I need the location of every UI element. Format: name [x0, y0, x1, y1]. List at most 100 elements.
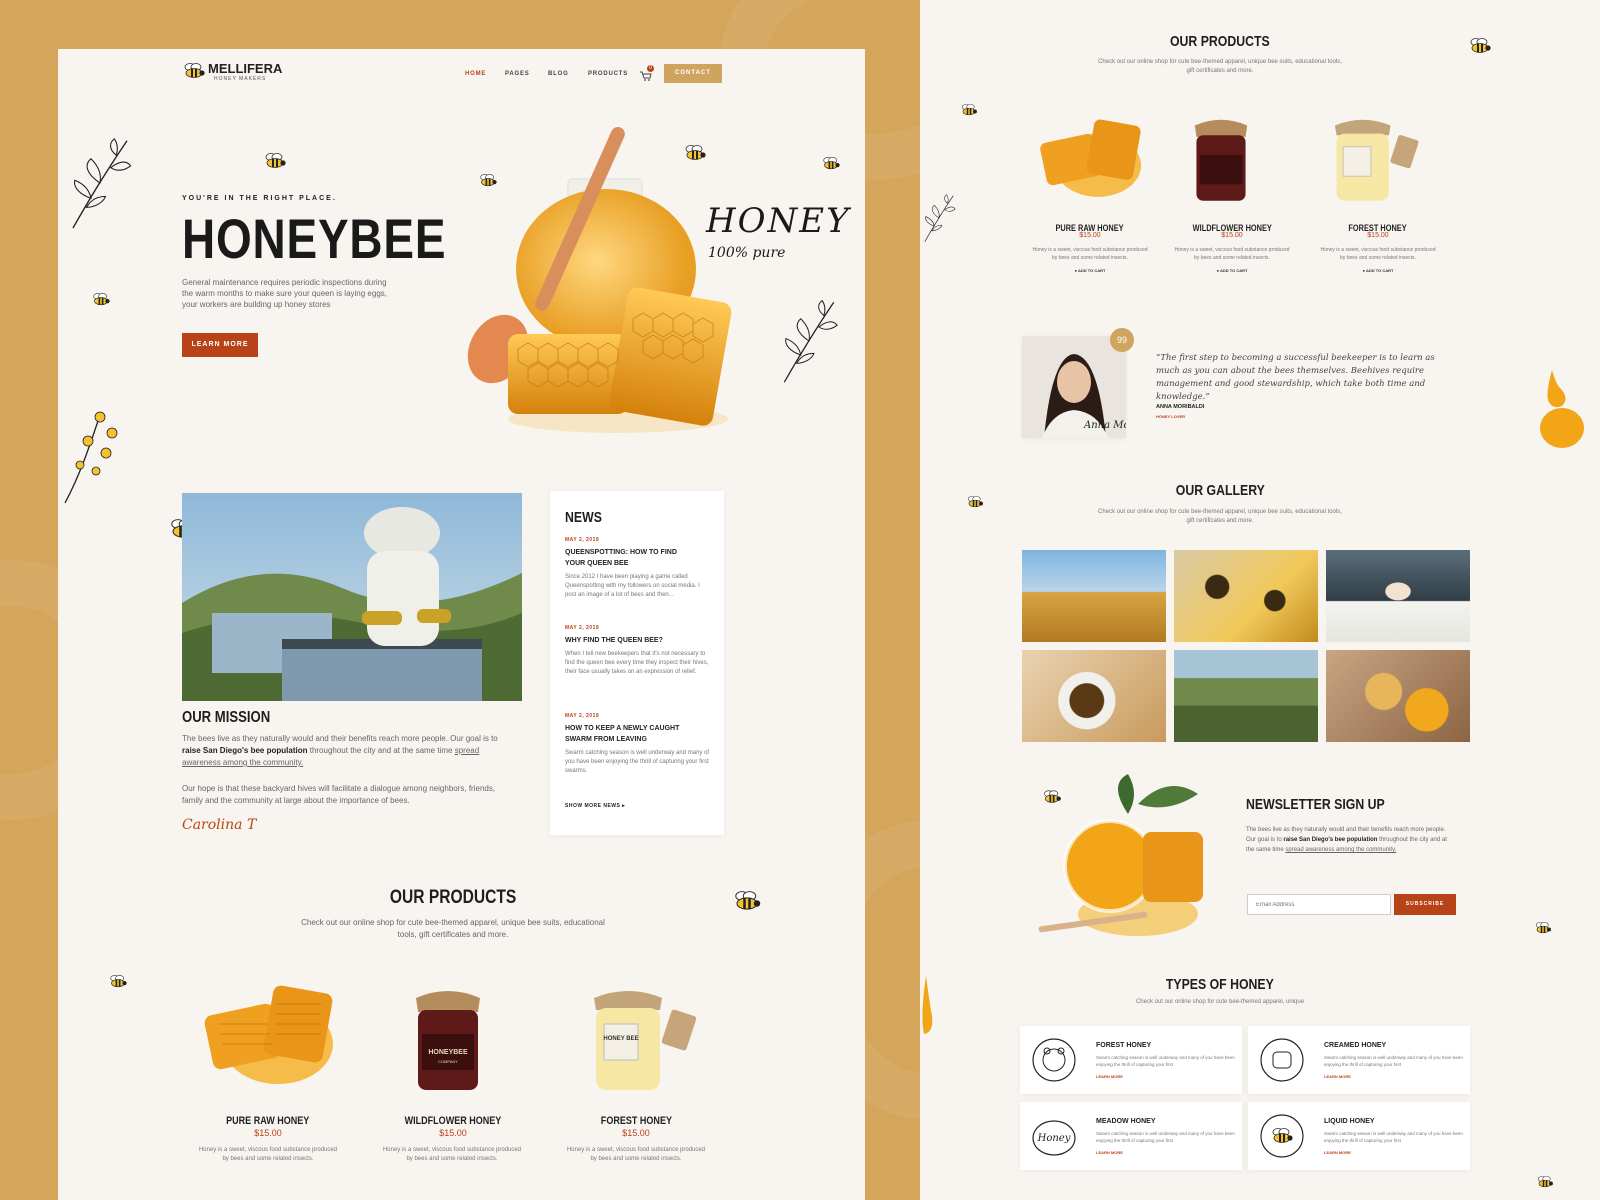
bee-icon: [821, 157, 841, 170]
product-name[interactable]: FOREST HONEY: [576, 1111, 696, 1129]
bee-icon: [1468, 38, 1492, 54]
right-page-preview: OUR PRODUCTS Check out our online shop f…: [920, 0, 1600, 1200]
honey-type-card[interactable]: CREAMED HONEY Swarm catching season is w…: [1248, 1026, 1470, 1094]
nav-products[interactable]: PRODUCTS: [588, 71, 628, 77]
email-field[interactable]: [1247, 894, 1391, 915]
product-image-comb: [1035, 112, 1145, 207]
cart-icon[interactable]: 0: [640, 65, 654, 81]
gallery-photo[interactable]: [1174, 550, 1318, 642]
gallery-photo[interactable]: [1326, 650, 1470, 742]
products-subtitle-2: Check out our online shop for cute bee-t…: [1098, 59, 1342, 74]
brand-logo[interactable]: MELLIFERA HONEY MAKERS: [182, 61, 292, 83]
product-name[interactable]: PURE RAW HONEY: [208, 1111, 328, 1129]
mission-text: The bees live as they naturally would an…: [182, 734, 498, 767]
testimonial-name: ANNA MORIBALDI: [1156, 404, 1205, 410]
product-image-comb: [198, 979, 338, 1094]
honey-type-card[interactable]: LIQUID HONEY Swarm catching season is we…: [1248, 1102, 1470, 1170]
honey-drop-icon: [1540, 370, 1584, 448]
learn-more-link[interactable]: LEARN MORE: [1096, 1074, 1123, 1079]
product-name[interactable]: WILDFLOWER HONEY: [393, 1111, 513, 1129]
product-price: $15.00: [1079, 232, 1101, 239]
add-to-cart-button[interactable]: ● ADD TO CART: [1030, 268, 1150, 273]
news-date: MAY 2, 2019: [565, 625, 600, 631]
honey-type-card[interactable]: FOREST HONEY Swarm catching season is we…: [1020, 1026, 1242, 1094]
gallery-photo[interactable]: [1174, 650, 1318, 742]
cart-icon: ●: [1074, 268, 1077, 273]
mission-text-2: Our hope is that these backyard hives wi…: [182, 784, 496, 805]
bee-icon: [91, 293, 111, 306]
bee-icon: [683, 145, 707, 161]
mission-signature: Carolina T: [182, 817, 257, 833]
gallery-photo[interactable]: [1326, 550, 1470, 642]
cart-icon: ●: [1362, 268, 1365, 273]
subscribe-button[interactable]: SUBSCRIBE: [1394, 894, 1456, 915]
leaf-doodle-icon: [64, 133, 136, 233]
show-more-news-link[interactable]: SHOW MORE NEWS ▸: [565, 803, 625, 809]
types-subtitle: Check out our online shop for cute bee-t…: [1135, 999, 1305, 1005]
news-card: NEWS MAY 2, 2019 QUEENSPOTTING: HOW TO F…: [550, 491, 724, 835]
news-item[interactable]: MAY 2, 2019 WHY FIND THE QUEEN BEE? When…: [565, 625, 711, 677]
honey-type-text: Swarm catching season is well underway a…: [1096, 1055, 1235, 1067]
honey-type-card[interactable]: Honey MEADOW HONEY Swarm catching season…: [1020, 1102, 1242, 1170]
honey-script-title: HONEY: [706, 201, 851, 241]
bee-icon: [108, 975, 128, 988]
hero-body: General maintenance requires periodic in…: [182, 278, 387, 309]
product-desc: Honey is a sweet, viscous food substance…: [1032, 247, 1148, 261]
honey-type-name: LIQUID HONEY: [1324, 1118, 1375, 1125]
learn-more-link[interactable]: LEARN MORE: [1324, 1150, 1351, 1155]
product-desc: Honey is a sweet, viscous food substance…: [382, 1147, 522, 1162]
nav-pages[interactable]: PAGES: [505, 71, 530, 77]
bee-icon: [1534, 922, 1552, 934]
cart-icon: ●: [1216, 268, 1219, 273]
news-date: MAY 2, 2019: [565, 713, 600, 719]
add-to-cart-button[interactable]: ● ADD TO CART: [1318, 268, 1438, 273]
news-item-title[interactable]: WHY FIND THE QUEEN BEE?: [565, 635, 711, 646]
honey-type-text: Swarm catching season is well underway a…: [1324, 1055, 1463, 1067]
news-item[interactable]: MAY 2, 2019 QUEENSPOTTING: HOW TO FIND Y…: [565, 537, 711, 600]
beekeeper-photo: [182, 493, 522, 701]
products-title-2: OUR PRODUCTS: [1170, 33, 1270, 50]
contact-button[interactable]: CONTACT: [664, 64, 722, 83]
testimonial-avatar: Anna Mori.: [1022, 336, 1126, 438]
organic-bee-badge-icon: [1260, 1114, 1304, 1158]
product-image-cream-jar: [1330, 114, 1420, 204]
honey-script-sub: 100% pure: [708, 245, 786, 261]
product-image-jar: HONEYBEE COMPANY: [408, 984, 488, 1094]
bee-logo-icon: [182, 63, 206, 79]
gallery-photo[interactable]: [1022, 550, 1166, 642]
learn-more-link[interactable]: LEARN MORE: [1096, 1150, 1123, 1155]
gallery-photo[interactable]: [1022, 650, 1166, 742]
leaf-doodle-icon: [920, 190, 958, 246]
arrow-right-icon: ▸: [622, 803, 626, 809]
news-item-title[interactable]: HOW TO KEEP A NEWLY CAUGHT SWARM FROM LE…: [565, 723, 685, 745]
testimonial-quote: “The first step to becoming a successful…: [1156, 353, 1435, 402]
nav-home[interactable]: HOME: [465, 71, 486, 77]
svg-text:HONEY BEE: HONEY BEE: [603, 1036, 638, 1042]
news-item-title[interactable]: QUEENSPOTTING: HOW TO FIND YOUR QUEEN BE…: [565, 547, 677, 569]
product-image-jar: [1188, 114, 1254, 204]
news-item-text: Swarm catching season is well underway a…: [565, 750, 710, 774]
add-to-cart-button[interactable]: ● ADD TO CART: [1172, 268, 1292, 273]
gallery-title: OUR GALLERY: [1175, 482, 1265, 499]
nav-blog[interactable]: BLOG: [548, 71, 569, 77]
honey-drop-icon: [922, 976, 933, 1034]
quote-count-badge: 99: [1110, 328, 1134, 352]
product-price: $15.00: [622, 1128, 650, 1138]
mission-title: OUR MISSION: [182, 709, 271, 726]
brand-name: MELLIFERA: [208, 61, 283, 76]
news-item[interactable]: MAY 2, 2019 HOW TO KEEP A NEWLY CAUGHT S…: [565, 713, 711, 776]
learn-more-link[interactable]: LEARN MORE: [1324, 1074, 1351, 1079]
newsletter-link[interactable]: spread awareness among the community.: [1285, 847, 1396, 853]
brand-tagline: HONEY MAKERS: [214, 76, 267, 82]
product-desc: Honey is a sweet, viscous food substance…: [1320, 247, 1436, 261]
learn-more-button[interactable]: LEARN MORE: [182, 333, 258, 357]
left-page-preview: MELLIFERA HONEY MAKERS HOME PAGES BLOG P…: [58, 49, 865, 1200]
product-price: $15.00: [439, 1128, 467, 1138]
newsletter-title: NEWSLETTER SIGN UP: [1246, 796, 1385, 813]
hero-eyebrow: YOU'RE IN THE RIGHT PLACE.: [182, 195, 337, 202]
product-price: $15.00: [1221, 232, 1243, 239]
leaf-doodle-icon: [776, 295, 842, 387]
honey-type-text: Swarm catching season is well underway a…: [1096, 1131, 1235, 1143]
news-item-text: When I tell new beekeepers that it's not…: [565, 651, 709, 675]
bee-icon: [478, 174, 498, 187]
